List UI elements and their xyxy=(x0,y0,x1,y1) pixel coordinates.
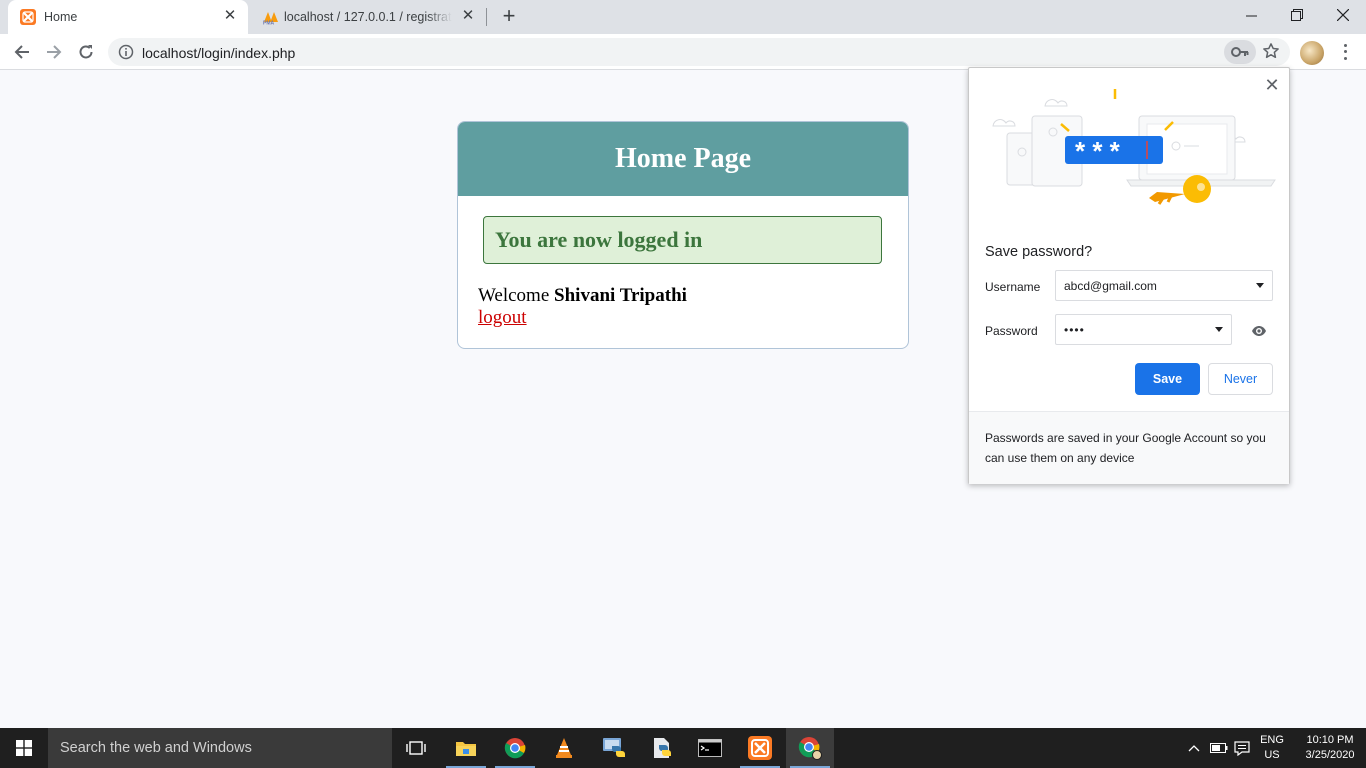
clock-date: 3/25/2020 xyxy=(1305,749,1355,761)
vlc-icon[interactable] xyxy=(540,728,588,768)
language-indicator[interactable]: ENG US xyxy=(1254,733,1290,763)
password-field[interactable]: •••• xyxy=(1055,314,1232,345)
footer-text: Passwords are saved in your Google Accou… xyxy=(985,431,1266,465)
chevron-down-icon[interactable] xyxy=(1256,283,1264,288)
success-message: You are now logged in xyxy=(495,227,703,252)
arrow-right-icon xyxy=(47,45,62,59)
reload-button[interactable] xyxy=(74,40,98,64)
welcome-text: Welcome Shivani Tripathi xyxy=(478,285,687,307)
never-button[interactable]: Never xyxy=(1208,363,1273,395)
password-value: •••• xyxy=(1064,323,1085,337)
chevron-down-icon[interactable] xyxy=(1215,327,1223,332)
password-key-button[interactable] xyxy=(1224,40,1256,64)
address-url: localhost/login/index.php xyxy=(142,45,296,61)
illustration-asterisks: * * * xyxy=(1075,136,1121,166)
tab-strip: Home ✕ PMA localhost / 127.0.0.1 / regis… xyxy=(0,0,1366,34)
language-code: ENG xyxy=(1260,734,1284,746)
terminal-icon[interactable] xyxy=(686,728,734,768)
forward-button[interactable] xyxy=(42,40,66,64)
save-password-dialog: ✕ * * * Save password? Username abcd@gma… xyxy=(968,67,1290,484)
username: Shivani Tripathi xyxy=(554,285,687,306)
clock[interactable]: 10:10 PM 3/25/2020 xyxy=(1294,733,1366,763)
close-window-button[interactable] xyxy=(1320,0,1366,30)
dialog-title: Save password? xyxy=(985,244,1093,260)
bookmark-button[interactable] xyxy=(1262,42,1280,65)
logout-link[interactable]: logout xyxy=(478,307,527,329)
chrome-active-icon[interactable] xyxy=(786,728,834,768)
key-icon xyxy=(1231,47,1249,57)
chrome-icon[interactable] xyxy=(491,728,539,768)
tab-title: Home xyxy=(44,10,78,24)
username-label: Username xyxy=(985,280,1041,294)
svg-text:PMA: PMA xyxy=(263,21,275,26)
back-button[interactable] xyxy=(10,40,34,64)
task-view-icon[interactable] xyxy=(392,728,440,768)
tray-chevron-icon[interactable] xyxy=(1184,728,1204,768)
tab-divider xyxy=(486,8,487,26)
card-header: Home Page xyxy=(458,122,908,196)
star-icon xyxy=(1263,43,1279,59)
page-title: Home Page xyxy=(614,143,752,174)
xampp-icon xyxy=(20,9,36,25)
info-icon[interactable] xyxy=(118,44,134,65)
phpmyadmin-icon: PMA xyxy=(262,9,278,27)
tab-title: localhost / 127.0.0.1 / registration xyxy=(284,10,452,24)
reload-icon xyxy=(79,45,93,59)
avatar[interactable] xyxy=(1300,41,1324,65)
search-placeholder: Search the web and Windows xyxy=(60,740,252,756)
close-tab-icon[interactable]: ✕ xyxy=(222,8,238,24)
windows-start-button[interactable] xyxy=(0,728,48,768)
notification-icon[interactable] xyxy=(1232,728,1252,768)
success-alert: You are now logged in xyxy=(483,216,882,264)
dialog-footer: Passwords are saved in your Google Accou… xyxy=(969,411,1289,484)
battery-icon[interactable] xyxy=(1208,728,1230,768)
tab-phpmyadmin[interactable]: PMA localhost / 127.0.0.1 / registration… xyxy=(250,0,486,34)
clock-time: 10:10 PM xyxy=(1306,734,1354,746)
eye-icon[interactable] xyxy=(1251,324,1267,342)
minimize-button[interactable] xyxy=(1228,0,1274,30)
new-tab-button[interactable]: + xyxy=(498,5,520,28)
arrow-left-icon xyxy=(14,45,29,59)
taskbar: Search the web and Windows ENG US 10:10 … xyxy=(0,728,1366,768)
browser-toolbar: localhost/login/index.php xyxy=(0,34,1366,70)
save-button[interactable]: Save xyxy=(1135,363,1200,395)
tab-home[interactable]: Home ✕ xyxy=(8,0,248,34)
restore-button[interactable] xyxy=(1274,0,1320,30)
kebab-menu-icon[interactable] xyxy=(1338,42,1352,62)
username-value: abcd@gmail.com xyxy=(1064,279,1157,293)
windows-icon xyxy=(16,740,32,756)
password-illustration: * * * xyxy=(992,89,1276,205)
taskbar-search[interactable]: Search the web and Windows xyxy=(48,728,392,768)
welcome-prefix: Welcome xyxy=(478,285,550,306)
xampp-icon[interactable] xyxy=(736,728,784,768)
region-code: US xyxy=(1264,749,1280,761)
file-explorer-icon[interactable] xyxy=(442,728,490,768)
address-bar[interactable]: localhost/login/index.php xyxy=(108,38,1290,66)
password-label: Password xyxy=(985,324,1038,338)
python-icon[interactable] xyxy=(590,728,638,768)
home-card: Home Page You are now logged in Welcome … xyxy=(457,121,909,349)
close-tab-icon[interactable]: ✕ xyxy=(460,8,476,24)
username-field[interactable]: abcd@gmail.com xyxy=(1055,270,1273,301)
python-file-icon[interactable] xyxy=(638,728,686,768)
